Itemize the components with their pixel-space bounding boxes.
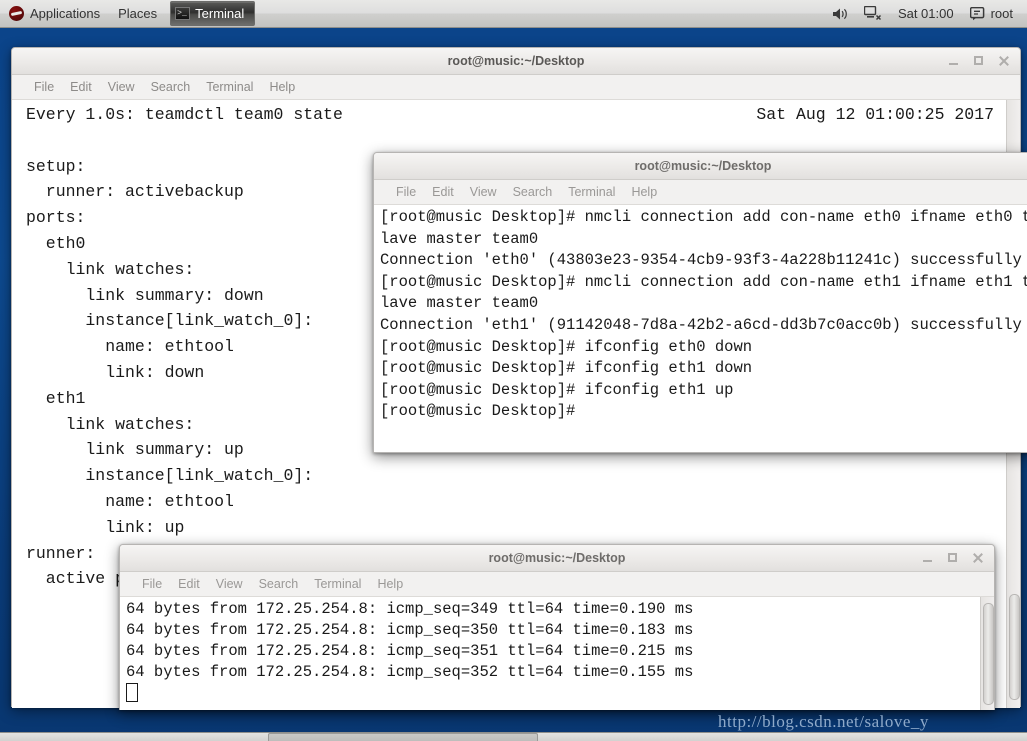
menu-file[interactable]: File bbox=[26, 80, 62, 94]
menu-view[interactable]: View bbox=[208, 577, 251, 591]
taskbar-window-label: Terminal bbox=[195, 6, 245, 21]
fedora-logo-icon bbox=[9, 6, 24, 21]
maximize-icon[interactable] bbox=[947, 552, 959, 564]
user-menu[interactable]: root bbox=[962, 0, 1021, 27]
volume-icon bbox=[832, 8, 847, 19]
close-icon[interactable] bbox=[972, 552, 984, 564]
window-title-watch: root@music:~/Desktop bbox=[447, 54, 585, 68]
menu-terminal[interactable]: Terminal bbox=[306, 577, 369, 591]
window-title-ping: root@music:~/Desktop bbox=[488, 551, 626, 565]
network-indicator[interactable] bbox=[856, 0, 890, 27]
menu-edit[interactable]: Edit bbox=[424, 185, 462, 199]
user-menu-label: root bbox=[990, 6, 1013, 21]
terminal-line: [root@music Desktop]# nmcli connection a… bbox=[380, 208, 1027, 226]
maximize-icon[interactable] bbox=[973, 55, 985, 67]
window-title-nmcli: root@music:~/Desktop bbox=[634, 159, 772, 173]
terminal-line: lave master team0 bbox=[380, 294, 539, 313]
menu-view[interactable]: View bbox=[100, 80, 143, 94]
terminal-line: [root@music Desktop]# nmcli connection a… bbox=[380, 272, 1027, 291]
network-disconnected-icon bbox=[863, 6, 881, 21]
watch-header-line: Every 1.0s: teamdctl team0 state Sat Aug… bbox=[14, 102, 1020, 128]
terminal-line: [root@music Desktop]# ifconfig eth0 down bbox=[380, 337, 753, 356]
terminal-line: [root@music Desktop]# ifconfig eth1 up bbox=[380, 380, 734, 399]
menubar-nmcli: File Edit View Search Terminal Help bbox=[374, 180, 1027, 205]
menu-help[interactable]: Help bbox=[261, 80, 303, 94]
menu-view[interactable]: View bbox=[462, 185, 505, 199]
applications-menu[interactable]: Applications bbox=[0, 0, 109, 27]
terminal-window-ping[interactable]: root@music:~/Desktop File Edit View Sear… bbox=[119, 544, 995, 710]
terminal-line: lave master team0 bbox=[380, 229, 539, 248]
terminal-line: Connection 'eth0' (43803e23-9354-4cb9-93… bbox=[380, 251, 1027, 270]
top-panel: Applications Places >_ Terminal Sat 01:0… bbox=[0, 0, 1027, 28]
menu-terminal[interactable]: Terminal bbox=[560, 185, 623, 199]
clock[interactable]: Sat 01:00 bbox=[890, 0, 962, 27]
titlebar-watch[interactable]: root@music:~/Desktop bbox=[12, 48, 1020, 75]
menu-file[interactable]: File bbox=[134, 577, 170, 591]
terminal-line: Connection 'eth1' (91142048-7d8a-42b2-a6… bbox=[380, 315, 1027, 334]
menu-edit[interactable]: Edit bbox=[170, 577, 208, 591]
terminal-icon: >_ bbox=[175, 7, 191, 20]
scrollbar-thumb[interactable] bbox=[1009, 594, 1020, 700]
titlebar-ping[interactable]: root@music:~/Desktop bbox=[120, 545, 994, 572]
terminal-line: [root@music Desktop]# bbox=[380, 402, 585, 421]
terminal-line: name: ethtool bbox=[26, 491, 234, 511]
minimize-icon[interactable] bbox=[922, 552, 934, 564]
titlebar-nmcli[interactable]: root@music:~/Desktop bbox=[374, 153, 1027, 180]
terminal-line: 64 bytes from 172.25.254.8: icmp_seq=350… bbox=[126, 621, 694, 639]
scrollbar-thumb[interactable] bbox=[983, 603, 994, 705]
clock-label: Sat 01:00 bbox=[897, 6, 954, 21]
terminal-line: link: up bbox=[26, 517, 185, 537]
nmcli-output-lines: [root@music Desktop]# nmcli connection a… bbox=[376, 207, 1027, 423]
menu-search[interactable]: Search bbox=[251, 577, 307, 591]
desktop-background: Applications Places >_ Terminal Sat 01:0… bbox=[0, 0, 1027, 741]
watch-header-right: Sat Aug 12 01:00:25 2017 bbox=[756, 105, 994, 124]
terminal-line: [root@music Desktop]# ifconfig eth1 down bbox=[380, 359, 753, 378]
close-icon[interactable] bbox=[998, 55, 1010, 67]
places-menu-label: Places bbox=[118, 6, 158, 21]
menu-terminal[interactable]: Terminal bbox=[198, 80, 261, 94]
terminal-line: 64 bytes from 172.25.254.8: icmp_seq=351… bbox=[126, 642, 694, 660]
menu-help[interactable]: Help bbox=[369, 577, 411, 591]
applications-menu-label: Applications bbox=[30, 6, 101, 21]
window-controls-watch bbox=[948, 55, 1020, 67]
menu-search[interactable]: Search bbox=[505, 185, 561, 199]
user-message-icon bbox=[969, 6, 984, 20]
minimize-icon[interactable] bbox=[948, 55, 960, 67]
places-menu[interactable]: Places bbox=[109, 0, 166, 27]
menu-edit[interactable]: Edit bbox=[62, 80, 100, 94]
volume-indicator[interactable] bbox=[824, 0, 856, 27]
scrollbar-ping[interactable] bbox=[980, 597, 994, 710]
terminal-content-ping[interactable]: 64 bytes from 172.25.254.8: icmp_seq=349… bbox=[120, 597, 994, 710]
menu-help[interactable]: Help bbox=[623, 185, 665, 199]
menu-search[interactable]: Search bbox=[143, 80, 199, 94]
ping-output-lines: 64 bytes from 172.25.254.8: icmp_seq=349… bbox=[122, 599, 994, 683]
ping-cursor-line bbox=[122, 683, 994, 704]
workspace-switcher[interactable] bbox=[268, 733, 538, 741]
panel-left-group: Applications Places >_ Terminal bbox=[0, 0, 256, 27]
text-cursor bbox=[126, 683, 138, 702]
menubar-ping: File Edit View Search Terminal Help bbox=[120, 572, 994, 597]
terminal-line: 64 bytes from 172.25.254.8: icmp_seq=352… bbox=[126, 663, 694, 681]
terminal-line: instance[link_watch_0]: bbox=[26, 466, 314, 486]
terminal-content-nmcli[interactable]: [root@music Desktop]# nmcli connection a… bbox=[374, 205, 1027, 452]
watermark-text: http://blog.csdn.net/salove_y bbox=[718, 712, 929, 731]
menubar-watch: File Edit View Search Terminal Help bbox=[12, 75, 1020, 100]
bottom-panel bbox=[0, 732, 1027, 741]
watch-header-left: Every 1.0s: teamdctl team0 state bbox=[26, 105, 343, 124]
panel-right-group: Sat 01:00 root bbox=[824, 0, 1027, 27]
taskbar-window-terminal[interactable]: >_ Terminal bbox=[170, 1, 256, 26]
window-controls-ping bbox=[922, 552, 994, 564]
terminal-window-nmcli[interactable]: root@music:~/Desktop File Edit View Sear… bbox=[373, 152, 1027, 453]
menu-file[interactable]: File bbox=[388, 185, 424, 199]
terminal-line: 64 bytes from 172.25.254.8: icmp_seq=349… bbox=[126, 600, 694, 618]
